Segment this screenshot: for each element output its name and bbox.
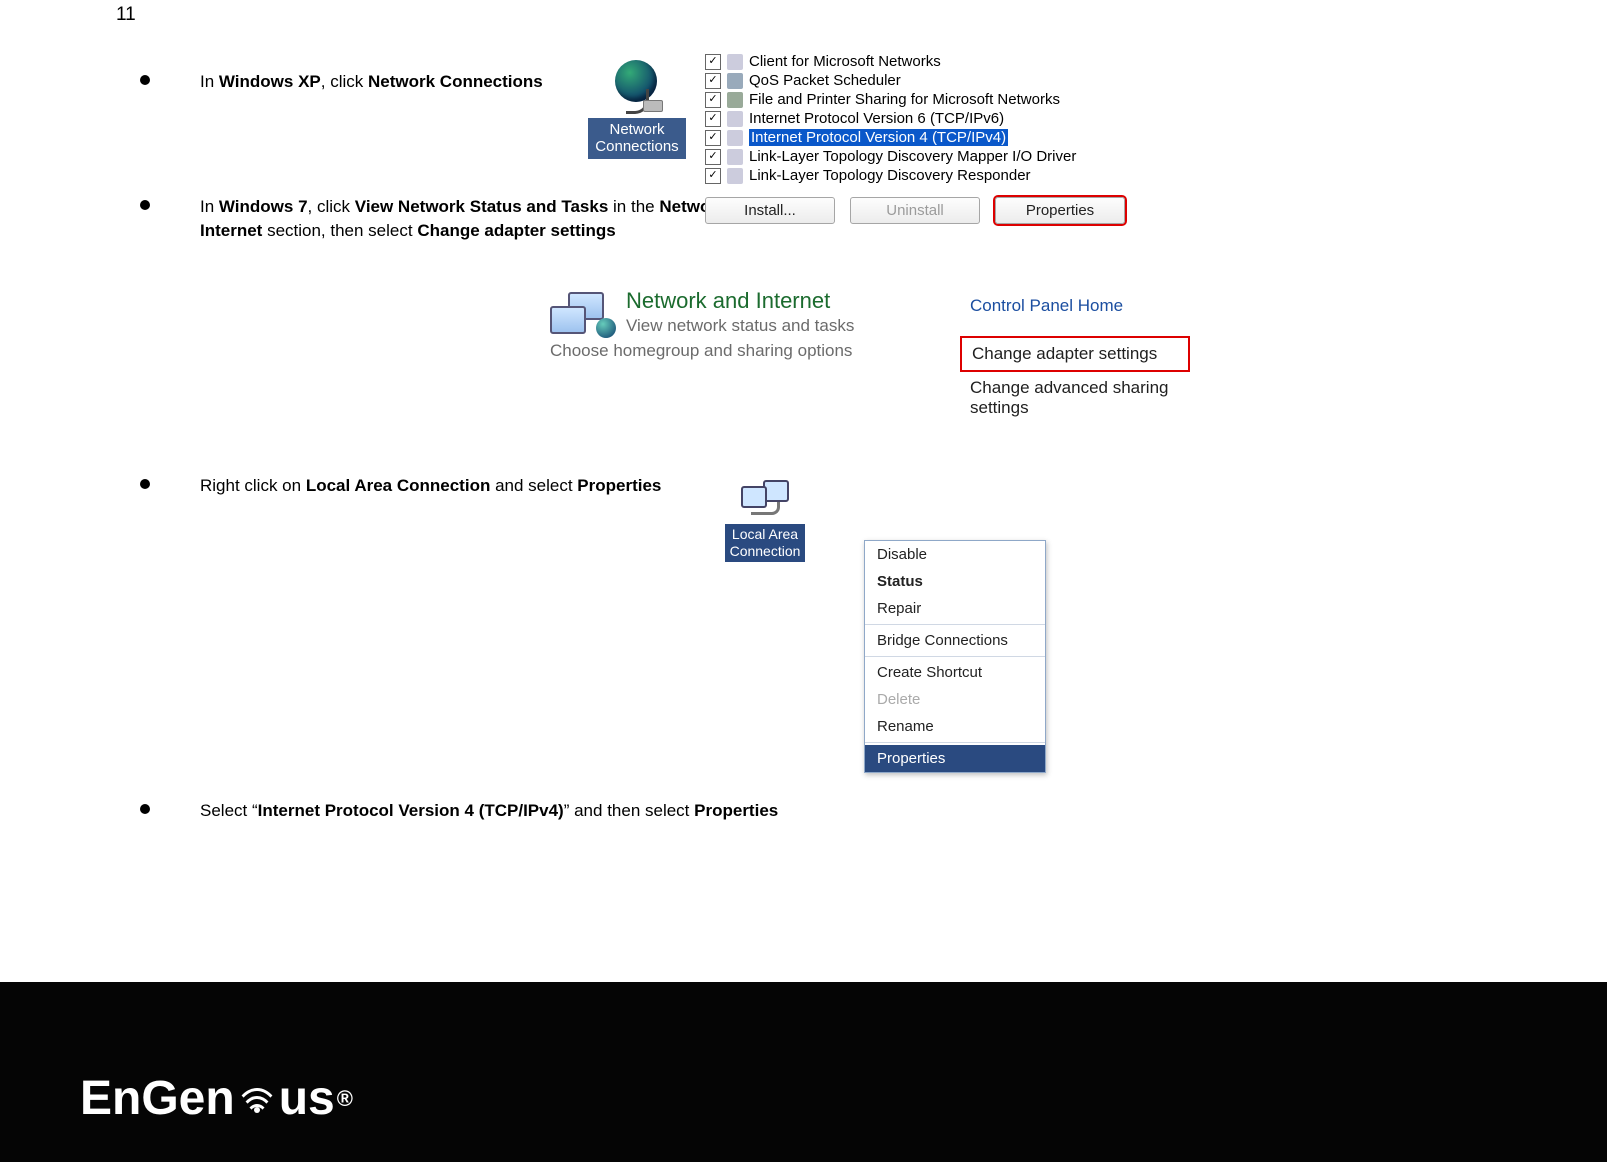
- wifi-icon: [237, 1079, 277, 1119]
- text: In: [200, 72, 219, 91]
- text-bold: Properties: [694, 801, 778, 820]
- text: Select “: [200, 801, 258, 820]
- connection-item[interactable]: ✓ QoS Packet Scheduler: [705, 71, 1135, 90]
- connection-item[interactable]: ✓ File and Printer Sharing for Microsoft …: [705, 90, 1135, 109]
- text: Right click on: [200, 476, 306, 495]
- network-internet-icon: [550, 288, 612, 336]
- text: In: [200, 197, 219, 216]
- connection-item-label: Link-Layer Topology Discovery Mapper I/O…: [749, 148, 1076, 165]
- connection-item[interactable]: ✓ Link-Layer Topology Discovery Responder: [705, 166, 1135, 185]
- network-and-internet-panel: Network and Internet View network status…: [550, 288, 920, 363]
- bullet-w7: In Windows 7, click View Network Status …: [120, 195, 780, 244]
- protocol-icon: [727, 92, 743, 108]
- local-area-connection-shortcut[interactable]: Local AreaConnection: [710, 480, 820, 562]
- connection-items-panel: ✓ Client for Microsoft Networks ✓ QoS Packe…: [705, 52, 1135, 224]
- network-connections-shortcut[interactable]: NetworkConnections: [582, 60, 692, 159]
- connection-item[interactable]: ✓ Link-Layer Topology Discovery Mapper I/…: [705, 147, 1135, 166]
- checkbox-icon[interactable]: ✓: [705, 73, 721, 89]
- protocol-icon: [727, 111, 743, 127]
- text: , click: [308, 197, 355, 216]
- connection-item-label: Client for Microsoft Networks: [749, 53, 941, 70]
- ctx-repair[interactable]: Repair: [865, 595, 1045, 622]
- ctx-rename[interactable]: Rename: [865, 713, 1045, 740]
- lan-icon: [741, 480, 789, 520]
- text-bold: View Network Status and Tasks: [355, 197, 609, 216]
- text: , click: [321, 72, 368, 91]
- bullet-dot-icon: [140, 804, 150, 814]
- checkbox-icon[interactable]: ✓: [705, 92, 721, 108]
- checkbox-icon[interactable]: ✓: [705, 149, 721, 165]
- checkbox-icon[interactable]: ✓: [705, 111, 721, 127]
- checkbox-icon[interactable]: ✓: [705, 168, 721, 184]
- protocol-icon: [727, 168, 743, 184]
- checkbox-icon[interactable]: ✓: [705, 130, 721, 146]
- install-button[interactable]: Install...: [705, 197, 835, 224]
- ctx-properties[interactable]: Properties: [865, 745, 1045, 772]
- local-area-connection-label: Local AreaConnection: [725, 524, 806, 562]
- connection-item[interactable]: ✓ Internet Protocol Version 4 (TCP/IPv4): [705, 128, 1135, 147]
- connection-item-label: Internet Protocol Version 4 (TCP/IPv4): [749, 129, 1008, 146]
- sidebar-change-adapter-settings[interactable]: Change adapter settings: [960, 336, 1190, 372]
- context-menu: Disable Status Repair Bridge Connections…: [864, 540, 1046, 773]
- connection-item-label: File and Printer Sharing for Microsoft N…: [749, 91, 1060, 108]
- text-bold: Windows 7: [219, 197, 308, 216]
- footer: EnGen us®: [0, 982, 1607, 1162]
- bullet-dot-icon: [140, 200, 150, 210]
- connection-item-label: Internet Protocol Version 6 (TCP/IPv6): [749, 110, 1004, 127]
- ctx-status[interactable]: Status: [865, 568, 1045, 595]
- connection-item[interactable]: ✓ Internet Protocol Version 6 (TCP/IPv6): [705, 109, 1135, 128]
- text: in the: [608, 197, 659, 216]
- checkbox-icon[interactable]: ✓: [705, 54, 721, 70]
- globe-icon: [611, 60, 663, 112]
- engenius-logo: EnGen us®: [80, 1071, 353, 1126]
- connection-item-label: Link-Layer Topology Discovery Responder: [749, 167, 1031, 184]
- text-bold: Properties: [577, 476, 661, 495]
- text-bold: Internet Protocol Version 4 (TCP/IPv4): [258, 801, 564, 820]
- properties-button[interactable]: Properties: [995, 197, 1125, 224]
- text: section, then select: [262, 221, 417, 240]
- protocol-icon: [727, 149, 743, 165]
- ctx-delete: Delete: [865, 686, 1045, 713]
- text-bold: Change adapter settings: [417, 221, 615, 240]
- text-bold: Local Area Connection: [306, 476, 491, 495]
- control-panel-sidebar: Control Panel Home Change adapter settin…: [960, 290, 1190, 424]
- text-bold: Network Connections: [368, 72, 543, 91]
- bullet-dot-icon: [140, 479, 150, 489]
- network-internet-link-2[interactable]: Choose homegroup and sharing options: [550, 339, 920, 364]
- text-bold: Windows XP: [219, 72, 321, 91]
- network-connections-label: NetworkConnections: [588, 118, 685, 159]
- sidebar-control-panel-home[interactable]: Control Panel Home: [960, 290, 1190, 322]
- bullet-ipv4: Select “Internet Protocol Version 4 (TCP…: [120, 799, 1577, 824]
- ctx-disable[interactable]: Disable: [865, 541, 1045, 568]
- uninstall-button: Uninstall: [850, 197, 980, 224]
- protocol-icon: [727, 54, 743, 70]
- sidebar-change-advanced-sharing[interactable]: Change advanced sharing settings: [960, 372, 1190, 424]
- connection-item[interactable]: ✓ Client for Microsoft Networks: [705, 52, 1135, 71]
- bullet-dot-icon: [140, 75, 150, 85]
- text: and select: [490, 476, 577, 495]
- protocol-icon: [727, 73, 743, 89]
- connection-item-label: QoS Packet Scheduler: [749, 72, 901, 89]
- ctx-create-shortcut[interactable]: Create Shortcut: [865, 659, 1045, 686]
- page-number: 11: [116, 4, 136, 26]
- bullet-lac: Right click on Local Area Connection and…: [120, 474, 1577, 499]
- ctx-bridge-connections[interactable]: Bridge Connections: [865, 627, 1045, 654]
- text: ” and then select: [564, 801, 694, 820]
- protocol-icon: [727, 130, 743, 146]
